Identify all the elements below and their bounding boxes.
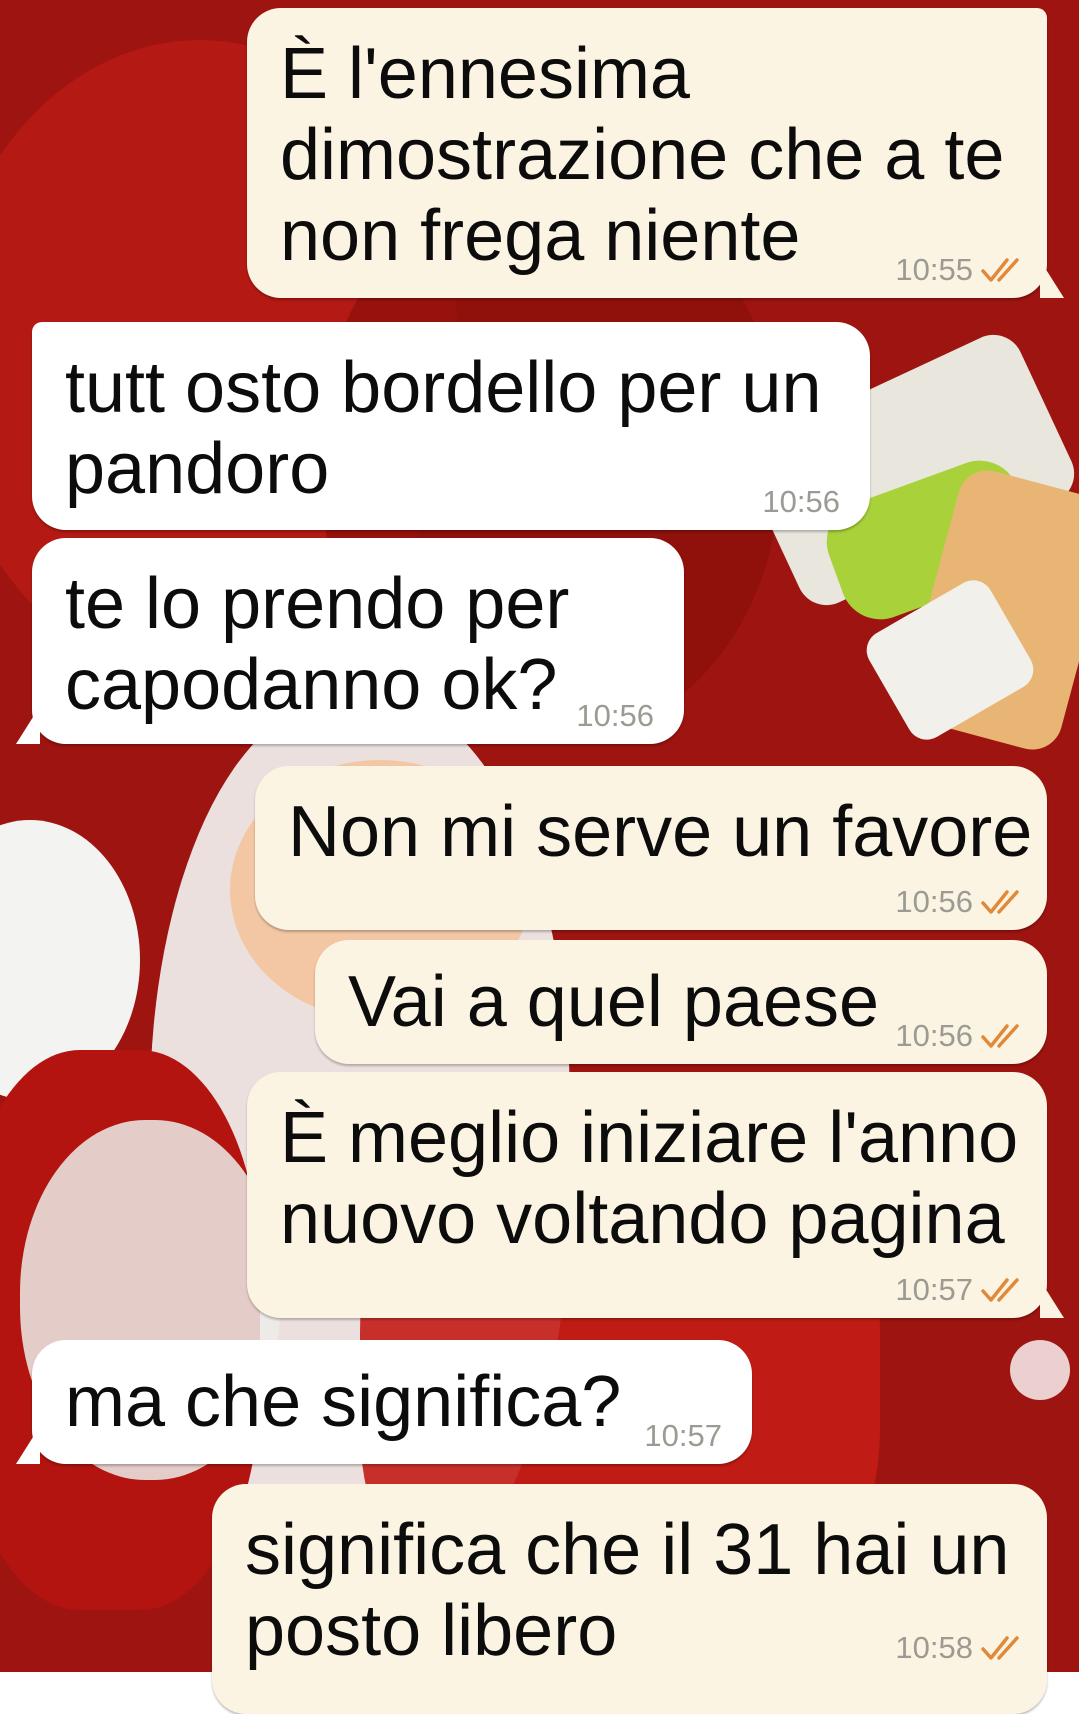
message-bubble-outgoing[interactable]: È l'ennesima dimostrazione che a te non …: [247, 8, 1047, 298]
message-time: 10:56: [762, 484, 840, 519]
message-bubble-incoming[interactable]: ma che significa? 10:57: [32, 1340, 752, 1464]
message-time: 10:55: [895, 252, 973, 287]
message-bubble-outgoing[interactable]: Non mi serve un favore 10:56: [255, 766, 1047, 930]
message-text: ma che significa?: [65, 1362, 622, 1442]
read-ticks-icon: [981, 1636, 1019, 1660]
message-meta: 10:55: [895, 252, 1025, 288]
read-ticks-icon: [981, 258, 1019, 282]
message-time: 10:56: [895, 1018, 973, 1053]
read-ticks-icon: [981, 1024, 1019, 1048]
message-time: 10:57: [644, 1418, 722, 1453]
message-meta: 10:58: [895, 1630, 1025, 1666]
message-time: 10:58: [895, 1630, 973, 1665]
read-ticks-icon: [981, 890, 1019, 914]
message-text: Non mi serve un favore: [288, 792, 1033, 872]
message-time: 10:56: [895, 884, 973, 919]
bubble-tail: [1040, 1280, 1064, 1318]
bubble-tail: [16, 706, 40, 744]
bubble-tail: [16, 1426, 40, 1464]
message-text: È meglio iniziare l'anno nuovo voltando …: [280, 1098, 1019, 1259]
message-bubble-outgoing[interactable]: significa che il 31 hai un posto libero …: [212, 1484, 1047, 1714]
message-meta: 10:56: [576, 698, 654, 734]
message-time: 10:56: [576, 698, 654, 733]
bubble-tail: [1040, 260, 1064, 298]
message-time: 10:57: [895, 1272, 973, 1307]
message-meta: 10:57: [895, 1272, 1025, 1308]
message-text: È l'ennesima dimostrazione che a te non …: [280, 34, 1005, 276]
message-bubble-outgoing[interactable]: È meglio iniziare l'anno nuovo voltando …: [247, 1072, 1047, 1318]
message-meta: 10:56: [895, 884, 1025, 920]
message-text: tutt osto bordello per un pandoro: [65, 348, 822, 509]
message-bubble-outgoing[interactable]: Vai a quel paese 10:56: [315, 940, 1047, 1064]
message-meta: 10:56: [895, 1018, 1025, 1054]
read-ticks-icon: [981, 1278, 1019, 1302]
message-meta: 10:56: [762, 484, 840, 520]
message-text: te lo prendo per capodanno ok?: [65, 564, 570, 725]
message-bubble-incoming[interactable]: te lo prendo per capodanno ok? 10:56: [32, 538, 684, 744]
message-bubble-incoming[interactable]: tutt osto bordello per un pandoro 10:56: [32, 322, 870, 530]
message-meta: 10:57: [644, 1418, 722, 1454]
